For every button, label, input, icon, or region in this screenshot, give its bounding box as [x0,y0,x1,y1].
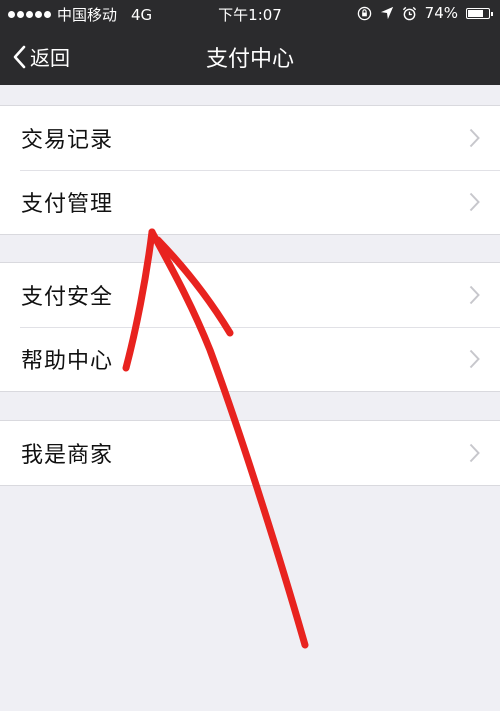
menu-item-label: 支付管理 [21,192,114,217]
navigation-bar: 返回 支付中心 [0,28,500,85]
chevron-right-icon [469,192,480,212]
menu-item-help-center[interactable]: 帮助中心 [0,327,500,391]
battery-icon [466,7,493,19]
location-arrow-icon [380,6,393,20]
status-right: 74% [357,4,493,22]
menu-item-label: 交易记录 [21,128,114,153]
menu-group-3: 我是商家 [0,420,500,486]
menu-group-2: 支付安全 帮助中心 [0,262,500,392]
chevron-right-icon [469,128,480,148]
menu-item-payment-security[interactable]: 支付安全 [0,263,500,327]
chevron-right-icon [469,349,480,369]
menu-item-payment-management[interactable]: 支付管理 [0,170,500,234]
battery-percent: 74% [424,4,458,22]
menu-item-transaction-records[interactable]: 交易记录 [0,106,500,170]
alarm-clock-icon [402,6,416,20]
menu-group-1: 交易记录 支付管理 [0,105,500,235]
status-bar: 中国移动 4G 下午1:07 74% [0,0,500,28]
menu-item-label: 我是商家 [21,443,114,468]
menu-item-label: 支付安全 [21,285,114,310]
chevron-right-icon [469,285,480,305]
orientation-lock-icon [357,6,371,20]
menu-item-label: 帮助中心 [21,349,114,374]
page-title: 支付中心 [205,47,294,72]
battery-fill [468,9,483,17]
menu-item-merchant[interactable]: 我是商家 [0,421,500,485]
chevron-right-icon [469,443,480,463]
